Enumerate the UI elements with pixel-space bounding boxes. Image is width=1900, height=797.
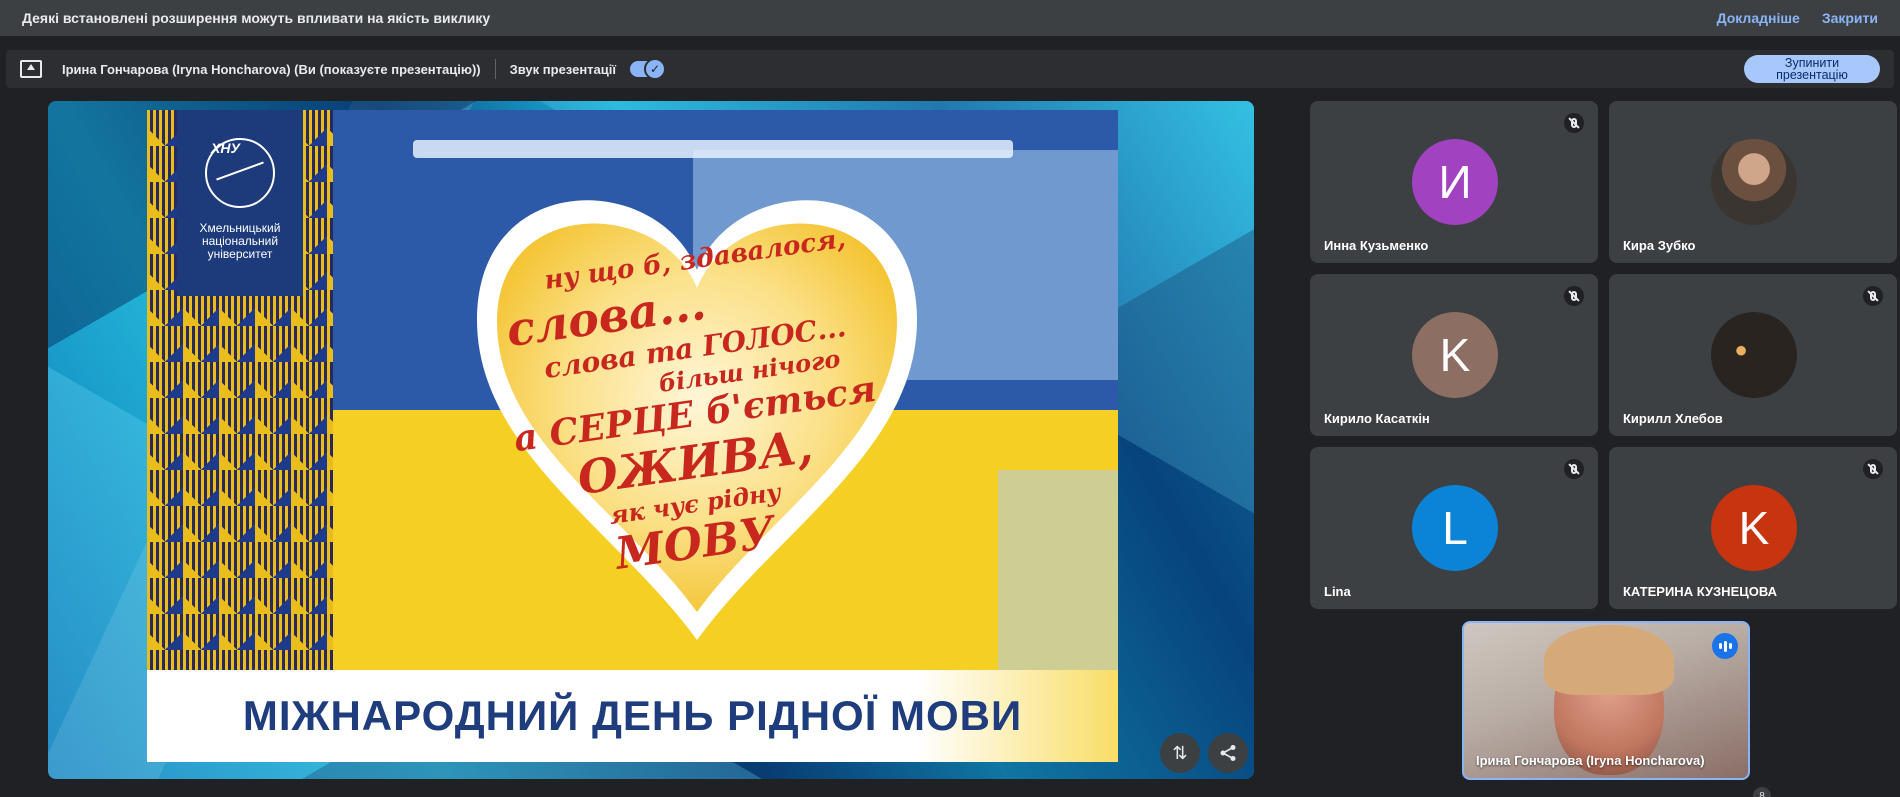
- present-screen-icon: [20, 60, 42, 78]
- poem-text: ну що б, здавалося, слова... слова та ГО…: [485, 224, 905, 580]
- university-name: Хмельницький національний університет: [199, 221, 281, 261]
- participant-tile[interactable]: L Lina: [1310, 447, 1598, 609]
- slide-footer: МІЖНАРОДНИЙ ДЕНЬ РІДНОЇ МОВИ: [147, 670, 1118, 762]
- stop-presenting-button[interactable]: Зупинити презентацію: [1744, 55, 1880, 83]
- avatar: [1711, 312, 1797, 398]
- mic-off-icon: [1564, 113, 1584, 133]
- avatar: K: [1711, 485, 1797, 571]
- self-name: Ірина Гончарова (Iryna Honcharova): [1476, 753, 1705, 768]
- presentation-stage: ХНУ Хмельницький національний університе…: [48, 101, 1254, 779]
- presentation-audio-toggle[interactable]: ✓: [630, 58, 667, 80]
- swap-arrows-icon[interactable]: ⇅: [1160, 733, 1200, 773]
- ornament-strip: ХНУ Хмельницький національний університе…: [147, 110, 333, 670]
- presenter-status: Ірина Гончарова (Iryna Honcharova) (Ви (…: [62, 61, 481, 77]
- participant-tile[interactable]: И Инна Кузьменко: [1310, 101, 1598, 263]
- participant-name: КАТЕРИНА КУЗНЕЦОВА: [1623, 584, 1777, 599]
- banner-message: Деякі встановлені розширення можуть впли…: [22, 10, 491, 26]
- avatar: [1711, 139, 1797, 225]
- avatar: И: [1412, 139, 1498, 225]
- participant-count-badge: 8: [1753, 787, 1771, 797]
- presented-slide: ХНУ Хмельницький національний університе…: [147, 110, 1118, 762]
- avatar: L: [1412, 485, 1498, 571]
- extensions-warning-banner: Деякі встановлені розширення можуть впли…: [0, 0, 1900, 36]
- speaking-indicator-icon: [1712, 633, 1738, 659]
- presenting-bar: Ірина Гончарова (Iryna Honcharova) (Ви (…: [6, 50, 1894, 88]
- participant-name: Кирило Касаткін: [1324, 411, 1430, 426]
- university-logo: ХНУ Хмельницький національний університе…: [177, 110, 303, 296]
- participant-name: Кирилл Хлебов: [1623, 411, 1723, 426]
- light-wash: [998, 470, 1118, 670]
- divider: [494, 59, 496, 79]
- self-video-hair: [1544, 625, 1674, 695]
- mic-off-icon: [1564, 286, 1584, 306]
- share-glyph: [1220, 745, 1236, 761]
- logo-abbreviation: ХНУ: [211, 140, 240, 156]
- self-view-tile[interactable]: Ірина Гончарова (Iryna Honcharova): [1462, 621, 1750, 780]
- mic-off-icon: [1863, 286, 1883, 306]
- participant-name: Lina: [1324, 584, 1351, 599]
- slide-title: МІЖНАРОДНИЙ ДЕНЬ РІДНОЇ МОВИ: [242, 692, 1023, 739]
- participant-tile[interactable]: Кира Зубко: [1609, 101, 1897, 263]
- mic-off-icon: [1564, 459, 1584, 479]
- details-link[interactable]: Докладніше: [1717, 10, 1800, 26]
- participant-name: Кира Зубко: [1623, 238, 1696, 253]
- participant-tile[interactable]: K Кирило Касаткін: [1310, 274, 1598, 436]
- check-icon: ✓: [644, 58, 667, 80]
- banner-actions: Докладніше Закрити: [1717, 10, 1878, 26]
- participant-tile[interactable]: Кирилл Хлебов: [1609, 274, 1897, 436]
- presentation-audio-label: Звук презентації: [509, 61, 617, 77]
- avatar: K: [1412, 312, 1498, 398]
- close-banner-link[interactable]: Закрити: [1822, 10, 1878, 26]
- share-icon[interactable]: [1208, 733, 1248, 773]
- mic-off-icon: [1863, 459, 1883, 479]
- participant-name: Инна Кузьменко: [1324, 238, 1429, 253]
- participant-tile[interactable]: K КАТЕРИНА КУЗНЕЦОВА: [1609, 447, 1897, 609]
